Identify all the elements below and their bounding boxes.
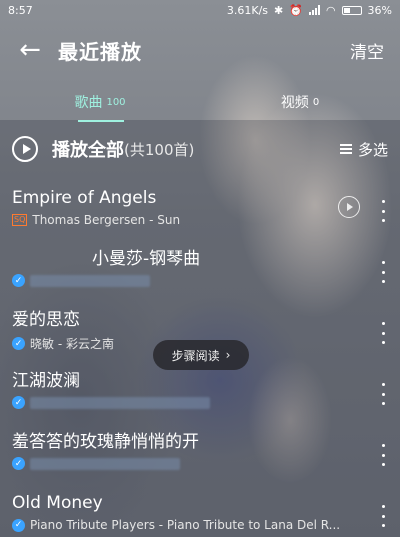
song-name: 羞答答的玫瑰静悄悄的开 — [12, 432, 199, 452]
play-all-label: 播放全部 — [52, 140, 124, 161]
arrow-left-icon[interactable]: ← — [12, 32, 48, 68]
list-item[interactable]: 小曼莎-钢琴曲 ✓ — [0, 241, 400, 302]
song-name: Old Money — [12, 493, 103, 513]
mv-play-icon[interactable] — [338, 196, 360, 218]
network-speed: 3.61K/s — [226, 3, 269, 17]
page-title: 最近播放 — [58, 39, 142, 64]
list-icon — [339, 144, 352, 154]
check-icon: ✓ — [12, 274, 25, 287]
more-vertical-icon[interactable] — [378, 505, 388, 527]
wifi-icon: ◠ — [325, 3, 336, 17]
blurred-meta — [30, 274, 150, 287]
tab-videos[interactable]: 视频 0 — [200, 86, 400, 118]
battery-level: 36% — [367, 3, 392, 17]
blurred-meta — [30, 457, 180, 470]
check-icon: ✓ — [12, 396, 25, 409]
more-vertical-icon[interactable] — [378, 322, 388, 344]
play-all-row[interactable]: 播放全部 (共100首) 多选 — [0, 126, 400, 172]
alarm-icon: ⏰ — [289, 3, 303, 17]
tooltip-label: 步骤阅读 — [171, 348, 220, 363]
list-item[interactable]: 羞答答的玫瑰静悄悄的开 ✓ — [0, 424, 400, 485]
check-icon: ✓ — [12, 518, 25, 532]
tab-count: 0 — [312, 96, 320, 108]
signal-icon — [308, 5, 320, 15]
status-bar: 8:57 3.61K/s ✱ ⏰ ◠ 36% — [0, 0, 400, 20]
check-icon: ✓ — [12, 457, 25, 470]
top-bar: ← 最近播放 清空 — [0, 22, 400, 78]
play-circle-icon[interactable] — [12, 136, 38, 162]
step-read-tooltip[interactable]: 步骤阅读 › — [153, 340, 249, 370]
bluetooth-icon: ✱ — [274, 3, 284, 17]
blurred-meta — [30, 396, 210, 409]
list-item[interactable]: 江湖波澜 ✓ — [0, 363, 400, 424]
song-name: 小曼莎-钢琴曲 — [92, 249, 201, 269]
song-meta: Piano Tribute Players - Piano Tribute to… — [30, 518, 341, 532]
multi-select-button[interactable]: 多选 — [339, 139, 388, 160]
sq-badge: SQ — [12, 214, 28, 226]
status-time: 8:57 — [8, 3, 33, 17]
tab-label: 视频 — [280, 95, 309, 111]
tab-label: 歌曲 — [74, 95, 103, 111]
song-meta: 晓敏 - 彩云之南 — [30, 337, 114, 351]
clear-button[interactable]: 清空 — [346, 32, 388, 69]
song-name: 江湖波澜 — [12, 371, 80, 391]
tab-count: 100 — [106, 96, 126, 108]
tab-songs[interactable]: 歌曲 100 — [0, 86, 200, 122]
list-item[interactable]: Empire of Angels SQ Thomas Bergersen - S… — [0, 180, 400, 241]
chevron-right-icon: › — [225, 348, 231, 362]
song-name: 爱的思恋 — [12, 310, 80, 330]
battery-icon — [341, 5, 362, 15]
more-vertical-icon[interactable] — [378, 444, 388, 466]
more-vertical-icon[interactable] — [378, 261, 388, 283]
more-vertical-icon[interactable] — [378, 200, 388, 222]
multi-select-label: 多选 — [357, 140, 388, 159]
song-name: Empire of Angels — [12, 188, 157, 208]
play-all-count: (共100首) — [124, 140, 195, 159]
tab-bar: 歌曲 100 视频 0 — [0, 86, 400, 122]
more-vertical-icon[interactable] — [378, 383, 388, 405]
song-meta: Thomas Bergersen - Sun — [32, 213, 181, 227]
list-item[interactable]: Old Money ✓ Piano Tribute Players - Pian… — [0, 485, 400, 537]
check-icon: ✓ — [12, 337, 25, 350]
